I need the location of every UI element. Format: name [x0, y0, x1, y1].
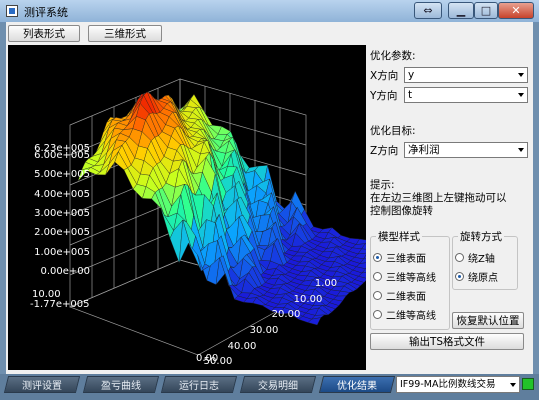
- y-axis-tick-label: 10.00: [32, 289, 61, 300]
- model-style-option[interactable]: 三维表面: [373, 250, 426, 265]
- bottom-tab[interactable]: 盈亏曲线: [82, 376, 160, 393]
- swap-icon: ⇔: [423, 4, 433, 17]
- x-axis-tick-label: 10.00: [294, 294, 323, 305]
- bottom-tab-label: 运行日志: [179, 381, 219, 392]
- z-axis-tick-label: 3.00e+005: [34, 208, 90, 219]
- minimize-icon: ▁: [456, 4, 466, 17]
- client-area: 列表形式 三维形式 6.23e+005 6.00e+005 5.00e+005 …: [6, 22, 533, 374]
- x-axis-tick-label: 40.00: [228, 341, 257, 352]
- radio-icon[interactable]: [373, 272, 382, 281]
- target-title: 优化目标:: [370, 125, 416, 137]
- bottom-tab-label: 优化结果: [337, 381, 377, 392]
- bottom-tab[interactable]: 优化结果: [318, 376, 396, 393]
- bottom-tab[interactable]: 交易明细: [239, 376, 317, 393]
- z-axis-tick-label: 5.00e+005: [34, 169, 90, 180]
- maximize-button[interactable]: □: [474, 2, 498, 19]
- x-direction-value: y: [408, 69, 415, 81]
- surface-mesh: [77, 91, 366, 326]
- radio-icon[interactable]: [373, 253, 382, 262]
- radio-icon[interactable]: [373, 291, 382, 300]
- close-icon: ✕: [511, 4, 521, 17]
- chevron-down-icon: [518, 93, 524, 97]
- bottom-tab-label: 盈亏曲线: [101, 381, 141, 392]
- model-style-option-label: 二维表面: [386, 292, 426, 303]
- maximize-icon: □: [480, 4, 492, 17]
- y-direction-value: t: [408, 89, 413, 101]
- hint-line-2: 控制图像旋转: [370, 205, 433, 217]
- swap-button[interactable]: ⇔: [414, 2, 442, 19]
- radio-icon[interactable]: [455, 272, 464, 281]
- x-direction-select[interactable]: y: [404, 67, 528, 83]
- bottom-tab[interactable]: 运行日志: [160, 376, 238, 393]
- model-style-option[interactable]: 三维等高线: [373, 269, 436, 284]
- y-direction-label: Y方向: [370, 90, 398, 102]
- chevron-down-icon: [510, 383, 516, 387]
- app-icon: [6, 5, 18, 17]
- model-style-option-label: 三维表面: [386, 254, 426, 265]
- model-style-title: 模型样式: [376, 229, 422, 244]
- model-style-option[interactable]: 二维表面: [373, 288, 426, 303]
- rotate-mode-option[interactable]: 绕原点: [455, 269, 498, 284]
- bottom-tab-bar: 测评设置 盈亏曲线 运行日志 交易明细 优化结果 IF99-MA比例数线交易: [0, 374, 539, 400]
- z-axis-tick-label: 6.00e+005: [34, 150, 90, 161]
- chevron-down-icon: [518, 148, 524, 152]
- z-axis-tick-label: -1.77e+005: [30, 299, 90, 310]
- surface-plot[interactable]: 6.23e+005 6.00e+005 5.00e+005 4.00e+005 3.00…: [8, 45, 366, 370]
- x-direction-label: X方向: [370, 70, 399, 82]
- z-axis-tick-label: 1.00e+005: [34, 247, 90, 258]
- export-ts-button[interactable]: 输出TS格式文件: [370, 333, 524, 350]
- z-direction-value: 净利润: [408, 144, 440, 156]
- reset-position-button[interactable]: 恢复默认位置: [452, 312, 524, 329]
- y-direction-select[interactable]: t: [404, 87, 528, 103]
- x-axis-tick-label: 30.00: [250, 325, 279, 336]
- window-title: 测评系统: [24, 6, 68, 19]
- rotate-mode-option-label: 绕原点: [468, 273, 498, 284]
- rotate-mode-option[interactable]: 绕Z轴: [455, 250, 495, 265]
- close-button[interactable]: ✕: [498, 2, 534, 19]
- bottom-tab-label: 交易明细: [258, 381, 298, 392]
- x-axis-tick-label: 1.00: [315, 278, 337, 289]
- z-axis-tick-label: 4.00e+005: [34, 189, 90, 200]
- tab-list-view[interactable]: 列表形式: [8, 25, 80, 42]
- surface-plot-canvas[interactable]: 6.23e+0056.00e+0055.00e+0054.00e+0053.00…: [8, 45, 366, 370]
- strategy-value: IF99-MA比例数线交易: [400, 379, 496, 390]
- strategy-select[interactable]: IF99-MA比例数线交易: [396, 376, 520, 393]
- z-axis-tick-label: 0.00e+00: [40, 266, 90, 277]
- title-bar[interactable]: 测评系统 ⇔ ▁ □ ✕: [0, 0, 539, 23]
- rotate-mode-option-label: 绕Z轴: [468, 254, 495, 265]
- radio-icon[interactable]: [373, 310, 382, 319]
- y-axis-tick-label: 0.00: [196, 353, 218, 364]
- bottom-tab[interactable]: 测评设置: [3, 376, 81, 393]
- chevron-down-icon: [518, 73, 524, 77]
- z-direction-select[interactable]: 净利润: [404, 142, 528, 158]
- rotate-mode-title: 旋转方式: [458, 229, 504, 244]
- status-indicator-icon: [522, 378, 534, 390]
- minimize-button[interactable]: ▁: [448, 2, 474, 19]
- x-axis-tick-label: 20.00: [272, 309, 301, 320]
- radio-icon[interactable]: [455, 253, 464, 262]
- model-style-option[interactable]: 二维等高线: [373, 307, 436, 322]
- z-direction-label: Z方向: [370, 145, 399, 157]
- model-style-option-label: 二维等高线: [386, 311, 436, 322]
- tab-3d-view[interactable]: 三维形式: [88, 25, 162, 42]
- bottom-tab-label: 测评设置: [22, 381, 62, 392]
- model-style-option-label: 三维等高线: [386, 273, 436, 284]
- params-title: 优化参数:: [370, 50, 416, 62]
- z-axis-tick-label: 2.00e+005: [34, 227, 90, 238]
